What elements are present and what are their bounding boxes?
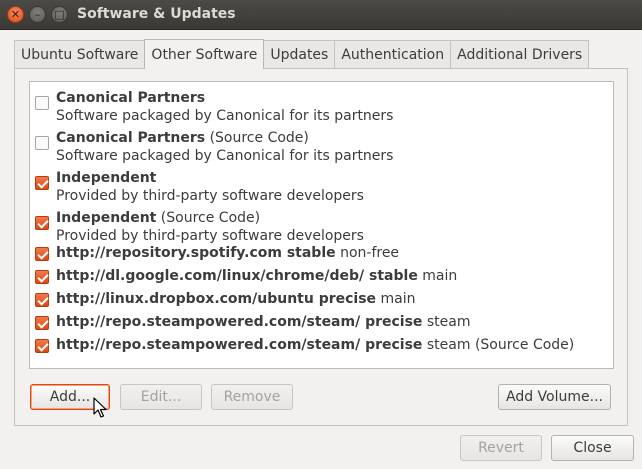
list-item[interactable]: Independent Provided by third-party soft… <box>30 168 613 208</box>
source-name: http://repo.steampowered.com/steam/ prec… <box>56 337 423 353</box>
source-suffix: steam <box>422 314 471 330</box>
source-checkbox[interactable] <box>35 316 49 330</box>
source-name: Independent <box>56 210 157 226</box>
source-suffix: main <box>376 291 416 307</box>
source-description: Software packaged by Canonical for its p… <box>56 148 394 164</box>
source-suffix: steam (Source Code) <box>422 337 575 353</box>
source-name: http://dl.google.com/linux/chrome/deb/ s… <box>56 268 418 284</box>
source-suffix: (Source Code) <box>205 130 309 146</box>
source-name: Independent <box>56 170 157 186</box>
tab-updates[interactable]: Updates <box>263 40 336 68</box>
list-item[interactable]: http://repository.spotify.com stable non… <box>30 244 613 266</box>
revert-button[interactable]: Revert <box>460 435 542 461</box>
tab-authentication[interactable]: Authentication <box>334 40 452 68</box>
source-name: Canonical Partners <box>56 90 206 106</box>
source-name: http://linux.dropbox.com/ubuntu precise <box>56 291 377 307</box>
list-item[interactable]: Canonical Partners Software packaged by … <box>30 88 613 128</box>
source-name: Canonical Partners <box>56 130 206 146</box>
source-checkbox[interactable] <box>35 216 49 230</box>
list-item[interactable]: http://repo.steampowered.com/steam/ prec… <box>30 313 613 335</box>
window-title: Software & Updates <box>77 6 236 22</box>
minimize-window-icon[interactable]: – <box>29 6 46 23</box>
list-item[interactable]: http://linux.dropbox.com/ubuntu precise … <box>30 290 613 312</box>
sources-list[interactable]: Canonical Partners Software packaged by … <box>29 81 614 369</box>
source-suffix: main <box>417 268 458 284</box>
source-description: Provided by third-party software develop… <box>56 228 364 244</box>
tab-bar: Ubuntu Software Other Software Updates A… <box>14 39 590 69</box>
list-item[interactable]: Independent (Source Code) Provided by th… <box>30 208 613 248</box>
mouse-pointer-icon <box>93 397 107 418</box>
close-button[interactable]: Close <box>551 435 634 461</box>
source-description: Provided by third-party software develop… <box>56 188 364 204</box>
maximize-window-icon[interactable]: □ <box>51 6 68 23</box>
source-suffix: non-free <box>335 245 400 261</box>
source-checkbox[interactable] <box>35 293 49 307</box>
source-checkbox[interactable] <box>35 96 49 110</box>
source-checkbox[interactable] <box>35 247 49 261</box>
software-updates-window: ✕ – □ Software & Updates Ubuntu Software… <box>0 0 642 469</box>
list-item[interactable]: http://dl.google.com/linux/chrome/deb/ s… <box>30 267 613 289</box>
close-window-icon[interactable]: ✕ <box>7 6 24 23</box>
edit-button[interactable]: Edit... <box>120 384 202 410</box>
add-volume-button[interactable]: Add Volume... <box>498 384 611 410</box>
source-name: http://repo.steampowered.com/steam/ prec… <box>56 314 423 330</box>
source-checkbox[interactable] <box>35 339 49 353</box>
title-bar[interactable]: ✕ – □ Software & Updates <box>0 0 642 30</box>
source-description: Software packaged by Canonical for its p… <box>56 108 394 124</box>
source-checkbox[interactable] <box>35 176 49 190</box>
list-item[interactable]: Canonical Partners (Source Code) Softwar… <box>30 128 613 168</box>
tab-other-software[interactable]: Other Software <box>144 39 265 69</box>
source-checkbox[interactable] <box>35 270 49 284</box>
source-name: http://repository.spotify.com stable <box>56 245 336 261</box>
list-item[interactable]: http://repo.steampowered.com/steam/ prec… <box>30 336 613 358</box>
tab-ubuntu-software[interactable]: Ubuntu Software <box>14 40 146 68</box>
source-checkbox[interactable] <box>35 136 49 150</box>
source-suffix: (Source Code) <box>156 210 261 226</box>
tab-additional-drivers[interactable]: Additional Drivers <box>450 40 590 68</box>
remove-button[interactable]: Remove <box>211 384 293 410</box>
